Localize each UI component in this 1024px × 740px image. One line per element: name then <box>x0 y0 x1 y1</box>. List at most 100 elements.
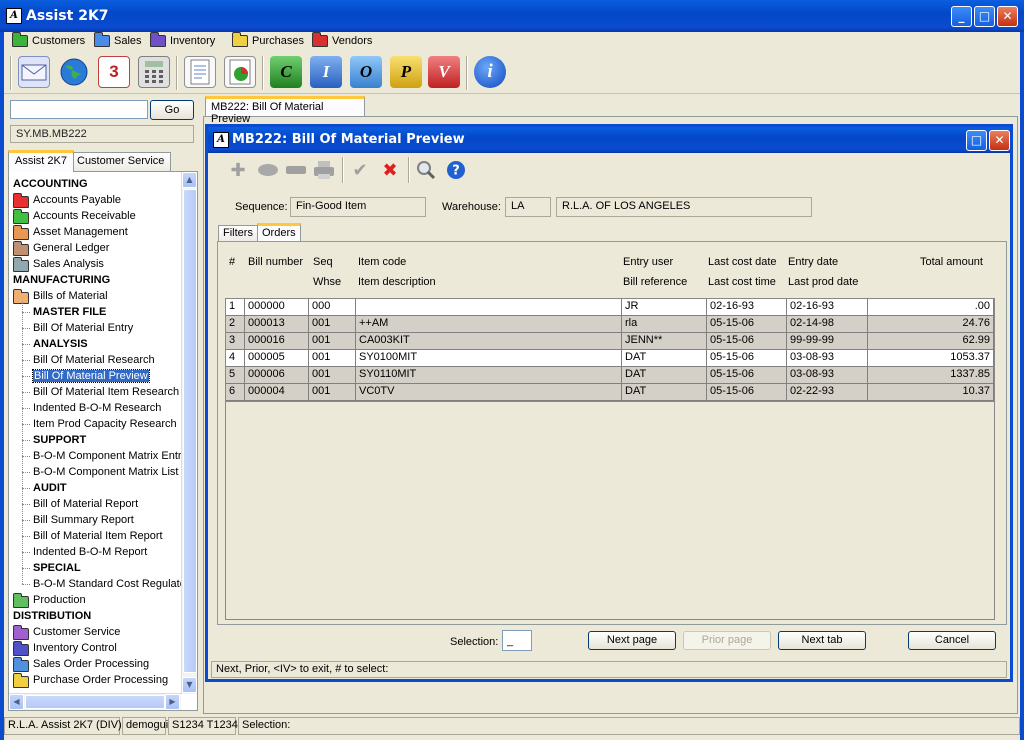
tree-section-header[interactable]: DISTRIBUTION <box>13 608 91 624</box>
scroll-thumb[interactable] <box>183 189 197 673</box>
window-close-button[interactable]: ✕ <box>989 130 1010 151</box>
search-icon[interactable] <box>414 158 438 182</box>
folder-icon <box>13 208 29 224</box>
tree-connector <box>22 360 30 361</box>
tree-item-label: MASTER FILE <box>33 306 107 318</box>
sequence-field[interactable]: Fin-Good Item <box>290 197 426 217</box>
info-icon[interactable]: i <box>474 56 506 88</box>
menu-sales[interactable]: Sales <box>94 32 142 49</box>
scroll-up-button[interactable]: ▲ <box>182 172 197 188</box>
tree-folder[interactable]: Production <box>13 592 86 608</box>
tree-group-header[interactable]: AUDIT <box>33 480 67 496</box>
link-icon[interactable] <box>256 158 280 182</box>
tab-customer-service[interactable]: Customer Service <box>70 152 172 171</box>
tree-item[interactable]: Indented B-O-M Report <box>33 544 147 560</box>
tree-group-header[interactable]: SPECIAL <box>33 560 81 576</box>
tree-item-label: Bill of Material Item Report <box>33 530 163 542</box>
table-row[interactable]: 6 000004 001 VC0TV DAT 05-15-06 02-22-93 10.37 <box>226 384 994 401</box>
tree-folder[interactable]: Sales Order Processing <box>13 656 149 672</box>
tree-item[interactable]: Bill Of Material Item Research <box>33 384 179 400</box>
c-icon[interactable]: C <box>270 56 302 88</box>
tree-item[interactable]: Bill Summary Report <box>33 512 134 528</box>
tree-item[interactable]: Bill Of Material Research <box>33 352 155 368</box>
tree-folder[interactable]: Asset Management <box>13 224 128 240</box>
check-icon[interactable]: ✔ <box>348 158 372 182</box>
close-button[interactable]: ✕ <box>997 6 1018 27</box>
minimize-button[interactable]: _ <box>951 6 972 27</box>
tree-group-header[interactable]: ANALYSIS <box>33 336 88 352</box>
menu-vendors[interactable]: Vendors <box>312 32 372 49</box>
i-icon[interactable]: I <box>310 56 342 88</box>
tree-item[interactable]: B-O-M Component Matrix List <box>33 464 178 480</box>
next-tab-button[interactable]: Next tab <box>778 631 866 650</box>
menu-inventory[interactable]: Inventory <box>150 32 215 49</box>
go-button[interactable]: Go <box>150 100 194 120</box>
help-icon[interactable]: ? <box>444 158 468 182</box>
prior-page-button[interactable]: Prior page <box>683 631 771 650</box>
document-tab[interactable]: MB222: Bill Of Material Preview <box>205 96 365 125</box>
tree-item[interactable]: B-O-M Standard Cost Regulato <box>33 576 186 592</box>
scroll-right-button[interactable]: ▶ <box>165 694 180 710</box>
scroll-down-button[interactable]: ▼ <box>182 677 197 693</box>
search-input[interactable] <box>10 100 148 119</box>
tree-folder[interactable]: Customer Service <box>13 624 120 640</box>
tree-folder[interactable]: Accounts Payable <box>13 192 121 208</box>
cancel-icon[interactable]: ✖ <box>378 158 402 182</box>
tree-item[interactable]: Item Prod Capacity Research <box>33 416 177 432</box>
table-row[interactable]: 1 000000 000 JR 02-16-93 02-16-93.00 <box>226 299 994 316</box>
tree-item-label: Bill Summary Report <box>33 514 134 526</box>
table-row[interactable]: 3 000016 001 CA003KIT JENN** 05-15-06 99-99-99… <box>226 333 994 350</box>
v-icon[interactable]: V <box>428 56 460 88</box>
calendar-icon[interactable]: 3 <box>98 56 130 88</box>
table-row[interactable]: 2 000013 001 ++AM rla 05-15-06 02-14-98 24.76 <box>226 316 994 333</box>
tree-folder[interactable]: Bills of Material <box>13 288 108 304</box>
tree-item[interactable]: Bill Of Material Preview <box>32 368 150 384</box>
table-row[interactable]: 5 000006 001 SY0110MIT DAT 05-15-06 03-08-93 13… <box>226 367 994 384</box>
tree-folder[interactable]: Sales Analysis <box>13 256 104 272</box>
tree-section-header[interactable]: MANUFACTURING <box>13 272 110 288</box>
window-maximize-button[interactable]: □ <box>966 130 987 151</box>
calculator-icon[interactable] <box>138 56 170 88</box>
mail-icon[interactable] <box>18 56 50 88</box>
tree-folder[interactable]: Purchase Order Processing <box>13 672 168 688</box>
tab-assist-2k7[interactable]: Assist 2K7 <box>8 150 74 172</box>
maximize-button[interactable]: □ <box>974 6 995 27</box>
horizontal-scroll-thumb[interactable] <box>25 695 165 709</box>
globe-icon[interactable] <box>58 56 90 88</box>
selection-input[interactable] <box>502 630 532 651</box>
menu-purchases[interactable]: Purchases <box>232 32 304 49</box>
tree-group-header[interactable]: SUPPORT <box>33 432 86 448</box>
add-icon[interactable]: ✚ <box>226 158 250 182</box>
tree-item-label: Bill Of Material Preview <box>32 369 150 383</box>
delete-row-icon[interactable] <box>284 158 308 182</box>
warehouse-code-field[interactable]: LA <box>505 197 551 217</box>
tree-item[interactable]: Bill of Material Item Report <box>33 528 163 544</box>
window-toolbar: ✚ ✔ ✖ ? <box>208 155 1010 187</box>
tree-folder[interactable]: Accounts Receivable <box>13 208 136 224</box>
tree-horizontal-scrollbar[interactable]: ◀ ▶ <box>9 693 181 710</box>
tree-item[interactable]: B-O-M Component Matrix Entry <box>33 448 187 464</box>
table-row[interactable]: 4 000005 001 SY0100MIT DAT 05-15-06 03-08-93 10… <box>226 350 994 367</box>
print-icon[interactable] <box>312 158 336 182</box>
tree-vertical-scrollbar[interactable]: ▲ ▼ <box>181 172 197 694</box>
scroll-left-button[interactable]: ◀ <box>9 694 24 710</box>
table-cell: 1337.85 <box>868 367 994 384</box>
tab-orders[interactable]: Orders <box>257 223 301 242</box>
cancel-button[interactable]: Cancel <box>908 631 996 650</box>
tree-item[interactable]: Indented B-O-M Research <box>33 400 161 416</box>
tree-group-header[interactable]: MASTER FILE <box>33 304 106 320</box>
folder-icon <box>150 32 166 47</box>
tree-item[interactable]: Bill of Material Report <box>33 496 138 512</box>
tab-filters[interactable]: Filters <box>218 225 258 242</box>
menu-customers[interactable]: Customers <box>12 32 85 49</box>
tree-item[interactable]: Bill Of Material Entry <box>33 320 133 336</box>
report-icon[interactable] <box>184 56 216 88</box>
next-page-button[interactable]: Next page <box>588 631 676 650</box>
chart-icon[interactable] <box>224 56 256 88</box>
tree-folder[interactable]: General Ledger <box>13 240 109 256</box>
tree-section-header[interactable]: ACCOUNTING <box>13 176 88 192</box>
tree-item-label: Bill Of Material Research <box>33 354 155 366</box>
p-icon[interactable]: P <box>390 56 422 88</box>
tree-folder[interactable]: Inventory Control <box>13 640 117 656</box>
o-icon[interactable]: O <box>350 56 382 88</box>
